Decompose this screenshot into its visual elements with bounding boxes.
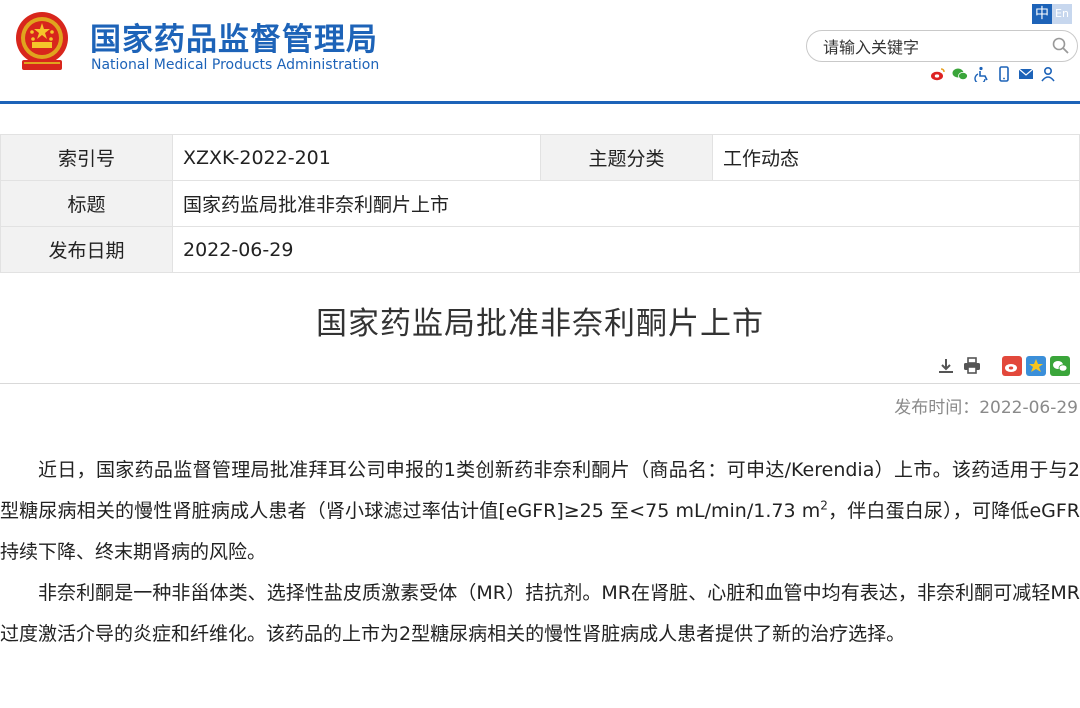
lang-zh-button[interactable]: 中	[1032, 4, 1052, 24]
print-icon[interactable]	[962, 356, 982, 376]
site-subtitle[interactable]: National Medical Products Administration	[91, 57, 379, 73]
header-tools	[930, 66, 1056, 82]
user-icon[interactable]	[1040, 66, 1056, 82]
category-value: 工作动态	[712, 134, 1080, 181]
index-label: 索引号	[0, 134, 173, 181]
site-header: 国家药品监督管理局 National Medical Products Admi…	[0, 0, 1080, 104]
download-icon[interactable]	[936, 356, 956, 376]
qzone-share-icon[interactable]	[1026, 356, 1046, 376]
date-label: 发布日期	[0, 226, 173, 273]
article-body: 近日，国家药品监督管理局批准拜耳公司申报的1类创新药非奈利酮片（商品名：可申达/…	[0, 450, 1080, 655]
mail-icon[interactable]	[1018, 66, 1034, 82]
mobile-icon[interactable]	[996, 66, 1012, 82]
article-actions	[936, 356, 1070, 376]
table-row: 标题 国家药监局批准非奈利酮片上市	[0, 180, 1080, 227]
search-box	[806, 30, 1078, 62]
date-value: 2022-06-29	[172, 226, 1080, 273]
wechat-share-icon[interactable]	[1050, 356, 1070, 376]
paragraph: 非奈利酮是一种非甾体类、选择性盐皮质激素受体（MR）拮抗剂。MR在肾脏、心脏和血…	[0, 582, 1080, 645]
weibo-icon[interactable]	[930, 66, 946, 82]
article-title: 国家药监局批准非奈利酮片上市	[316, 306, 764, 342]
paragraph: 近日，国家药品监督管理局批准拜耳公司申报的1类创新药非奈利酮片（商品名：可申达/…	[0, 450, 1080, 573]
search-icon[interactable]	[1051, 36, 1071, 56]
title-value: 国家药监局批准非奈利酮片上市	[172, 180, 1080, 227]
weibo-share-icon[interactable]	[1002, 356, 1022, 376]
table-row: 发布日期 2022-06-29	[0, 226, 1080, 273]
language-switch: 中 En	[1032, 4, 1072, 24]
header-divider	[0, 101, 1080, 104]
category-label: 主题分类	[540, 134, 713, 181]
lang-en-button[interactable]: En	[1052, 4, 1072, 24]
title-divider	[0, 383, 1080, 384]
index-value: XZXK-2022-201	[172, 134, 541, 181]
search-input[interactable]	[823, 36, 1043, 58]
title-label: 标题	[0, 180, 173, 227]
meta-info-table: 索引号 XZXK-2022-201 主题分类 工作动态 标题 国家药监局批准非奈…	[0, 134, 1080, 273]
wechat-icon[interactable]	[952, 66, 968, 82]
superscript: 2	[820, 498, 828, 513]
share-buttons	[1002, 356, 1070, 376]
publish-time: 发布时间：2022-06-29	[894, 398, 1078, 418]
accessibility-icon[interactable]	[974, 66, 990, 82]
site-title[interactable]: 国家药品监督管理局	[90, 14, 378, 59]
table-row: 索引号 XZXK-2022-201 主题分类 工作动态	[0, 134, 1080, 181]
national-emblem-icon[interactable]	[10, 8, 74, 74]
